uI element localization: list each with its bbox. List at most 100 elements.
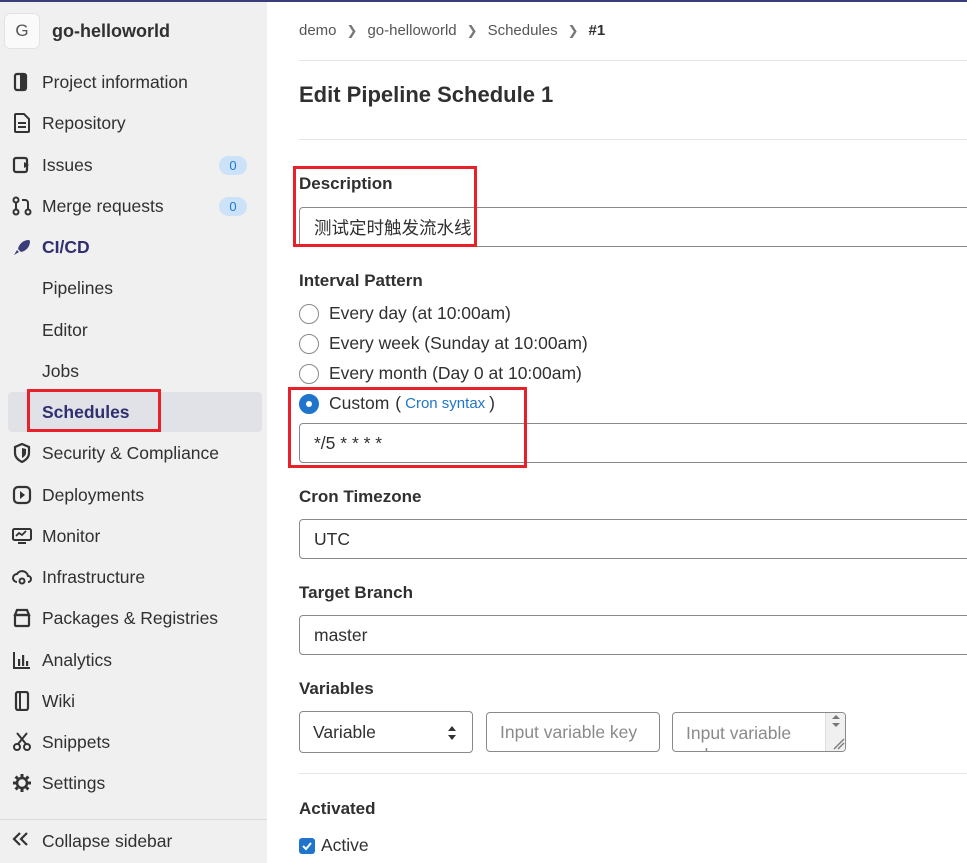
active-checkbox[interactable] <box>299 837 315 854</box>
sidebar-item-label: Project information <box>42 71 188 92</box>
active-checkbox-label: Active <box>321 835 369 855</box>
sidebar-item-monitor[interactable]: Monitor <box>0 517 267 555</box>
breadcrumb: demo ❯ go-helloworld ❯ Schedules ❯ #1 <box>299 22 605 39</box>
divider <box>299 773 967 774</box>
project-icon <box>11 71 33 93</box>
sidebar-item-merge-requests[interactable]: Merge requests 0 <box>0 187 267 225</box>
description-label: Description <box>299 174 393 193</box>
divider <box>299 60 967 61</box>
book-icon <box>11 690 33 712</box>
chevron-right-icon: ❯ <box>567 22 579 38</box>
radio-button[interactable] <box>299 333 319 354</box>
sidebar-item-label: Repository <box>42 112 126 133</box>
sidebar-item-label: Schedules <box>42 401 130 422</box>
sidebar-item-wiki[interactable]: Wiki <box>0 682 267 720</box>
variable-value-input[interactable]: Input variable value <box>672 712 846 752</box>
breadcrumb-current[interactable]: #1 <box>589 22 606 39</box>
breadcrumb-project[interactable]: go-helloworld <box>367 22 456 39</box>
interval-pattern-label: Interval Pattern <box>299 271 423 290</box>
sidebar-item-label: Security & Compliance <box>42 442 220 463</box>
project-name: go-helloworld <box>52 20 170 41</box>
radio-every-week[interactable]: Every week (Sunday at 10:00am) <box>299 333 588 354</box>
cron-paren-open: ( <box>395 393 402 413</box>
cron-timezone-label: Cron Timezone <box>299 487 422 506</box>
sidebar-item-jobs[interactable]: Jobs <box>0 352 267 390</box>
issues-icon <box>11 154 33 176</box>
cron-syntax-link[interactable]: Cron syntax <box>405 395 485 412</box>
sidebar-item-label: Deployments <box>42 484 145 505</box>
sidebar-item-label: Snippets <box>42 731 111 752</box>
sidebar-item-project-information[interactable]: Project information <box>0 63 267 101</box>
variables-label: Variables <box>299 679 374 698</box>
sidebar-item-cicd[interactable]: CI/CD <box>0 228 267 266</box>
timezone-dropdown[interactable]: UTC <box>299 519 967 559</box>
radio-label: Every day (at 10:00am) <box>329 303 511 323</box>
radio-custom[interactable]: Custom ( Cron syntax ) <box>299 393 495 414</box>
scissors-icon <box>11 731 33 753</box>
sidebar-item-label: Infrastructure <box>42 566 146 587</box>
main-content: demo ❯ go-helloworld ❯ Schedules ❯ #1 Ed… <box>267 2 967 863</box>
monitor-icon <box>11 525 33 547</box>
chevron-right-icon: ❯ <box>346 22 358 38</box>
variable-key-input[interactable]: Input variable key <box>486 712 660 752</box>
description-input[interactable]: 测试定时触发流水线 <box>299 207 967 247</box>
sidebar-item-packages-registries[interactable]: Packages & Registries <box>0 599 267 637</box>
sidebar-item-label: Editor <box>42 319 88 340</box>
cloud-gear-icon <box>11 566 33 588</box>
radio-every-month[interactable]: Every month (Day 0 at 10:00am) <box>299 363 582 384</box>
project-header[interactable]: G go-helloworld <box>0 2 267 60</box>
radio-every-day[interactable]: Every day (at 10:00am) <box>299 303 511 324</box>
sidebar-item-schedules[interactable]: Schedules <box>8 392 262 432</box>
sidebar-item-infrastructure[interactable]: Infrastructure <box>0 558 267 596</box>
sidebar-item-label: Monitor <box>42 525 101 546</box>
breadcrumb-demo[interactable]: demo <box>299 22 337 39</box>
check-icon <box>302 841 312 850</box>
shield-icon <box>11 442 33 464</box>
sidebar-item-pipelines[interactable]: Pipelines <box>0 269 267 307</box>
cron-input[interactable]: */5 * * * * <box>299 423 967 463</box>
sidebar-item-label: Merge requests <box>42 195 164 216</box>
gear-icon <box>11 772 33 794</box>
collapse-sidebar-button[interactable]: Collapse sidebar <box>0 819 267 863</box>
sort-arrows-icon <box>446 724 458 747</box>
rocket-icon <box>11 236 33 258</box>
textarea-scrollbar[interactable] <box>825 713 845 751</box>
divider <box>299 139 967 140</box>
sidebar-item-settings[interactable]: Settings <box>0 764 267 802</box>
sidebar-item-label: Pipelines <box>42 277 114 298</box>
active-checkbox-row[interactable]: Active <box>299 835 369 856</box>
merge-request-icon <box>11 195 33 217</box>
radio-button[interactable] <box>299 363 319 384</box>
sidebar-item-label: CI/CD <box>42 236 90 257</box>
collapse-sidebar-label: Collapse sidebar <box>42 831 173 851</box>
sidebar-item-label: Packages & Registries <box>42 607 219 628</box>
sidebar-item-label: Wiki <box>42 690 76 711</box>
breadcrumb-schedules[interactable]: Schedules <box>488 22 558 39</box>
target-branch-dropdown[interactable]: master <box>299 615 967 655</box>
radio-label: Every week (Sunday at 10:00am) <box>329 333 588 353</box>
variable-value-placeholder: Input variable value <box>686 723 792 751</box>
radio-button[interactable] <box>299 303 319 324</box>
radio-label: Custom <box>329 393 390 413</box>
activated-label: Activated <box>299 799 376 818</box>
resize-grip-icon <box>832 715 845 750</box>
variable-type-select[interactable]: Variable <box>299 711 473 753</box>
chevron-right-icon: ❯ <box>466 22 478 38</box>
sidebar-item-editor[interactable]: Editor <box>0 311 267 349</box>
sidebar-item-security-compliance[interactable]: Security & Compliance <box>0 434 267 472</box>
document-icon <box>11 112 33 134</box>
deployments-icon <box>11 484 33 506</box>
sidebar-item-repository[interactable]: Repository <box>0 104 267 142</box>
sidebar-item-analytics[interactable]: Analytics <box>0 641 267 679</box>
chart-icon <box>11 649 33 671</box>
sidebar: G go-helloworld Project information Repo… <box>0 2 267 863</box>
radio-button-selected[interactable] <box>299 393 319 414</box>
sidebar-item-deployments[interactable]: Deployments <box>0 476 267 514</box>
sidebar-item-label: Settings <box>42 772 106 793</box>
sidebar-item-issues[interactable]: Issues 0 <box>0 146 267 184</box>
issues-count-badge: 0 <box>219 155 247 175</box>
package-icon <box>11 607 33 629</box>
radio-label: Every month (Day 0 at 10:00am) <box>329 363 582 383</box>
variable-type-value: Variable <box>313 721 376 742</box>
sidebar-item-snippets[interactable]: Snippets <box>0 723 267 761</box>
